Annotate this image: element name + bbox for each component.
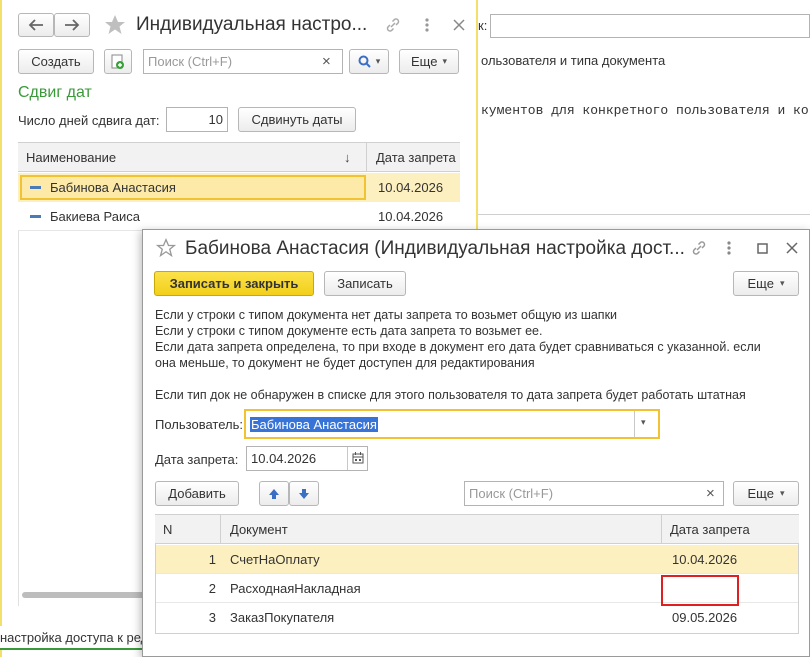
column-header-date[interactable]: Дата запрета [670,515,750,543]
forward-button[interactable] [54,13,90,37]
more-button[interactable]: Еще ▾ [733,271,799,296]
column-header-n[interactable]: N [163,515,172,543]
row-number: 2 [208,581,216,596]
chevron-down-icon[interactable]: ▾ [641,417,646,428]
column-divider [366,143,367,171]
close-icon[interactable] [448,14,470,36]
chevron-down-icon: ▾ [779,488,785,498]
table-row[interactable]: 3 ЗаказПокупателя 09.05.2026 [156,603,798,632]
clear-search-icon[interactable]: × [706,485,720,502]
window-title: Индивидуальная настро... [136,14,368,35]
link-icon[interactable] [382,14,404,36]
item-marker-icon [30,186,41,189]
table-header: Наименование ↓ Дата запрета [18,142,460,172]
clear-search-icon[interactable]: × [322,53,336,70]
user-value: Бабинова Анастасия [250,416,378,432]
bg-input[interactable] [490,14,810,38]
calendar-icon[interactable] [349,448,367,468]
more-button[interactable]: Еще ▾ [399,49,459,74]
form-window: Бабинова Анастасия (Индивидуальная настр… [142,229,810,657]
column-divider [661,515,662,543]
row-document: СчетНаОплату [230,552,320,567]
bg-field-label: к: [478,18,488,33]
favorite-star-icon[interactable] [102,12,128,38]
arrow-down-icon [299,488,309,499]
more-vertical-icon[interactable] [721,238,737,258]
bg-text-line-2: кументов для конкретного пользователя и … [481,103,809,118]
row-document: РасходнаяНакладная [230,581,361,596]
copy-document-icon [111,54,124,69]
row-date: 10.04.2026 [672,552,738,567]
field-divider [634,411,635,437]
horizontal-scrollbar[interactable] [22,592,146,598]
field-divider [347,447,348,470]
row-name: Бабинова Анастасия [50,180,176,195]
chevron-down-icon: ▾ [442,56,447,66]
move-up-button[interactable] [259,481,289,506]
more-vertical-icon[interactable] [416,14,438,36]
row-date: 10.04.2026 [378,180,444,195]
user-field[interactable]: Бабинова Анастасия [244,409,660,439]
more-button[interactable]: Еще ▾ [733,481,799,506]
back-button[interactable] [18,13,54,37]
favorite-star-icon[interactable] [155,236,177,260]
column-divider [220,515,221,543]
chevron-down-icon: ▾ [779,278,785,288]
table-row[interactable]: Бакиева Раиса 10.04.2026 [18,202,460,231]
row-number: 3 [208,610,216,625]
column-header-document[interactable]: Документ [230,515,288,543]
row-number: 1 [208,552,216,567]
note-line: Если тип док не обнаружен в списке для э… [155,388,746,402]
arrow-right-icon [65,19,80,31]
search-button[interactable]: ▾ [349,49,389,74]
row-date: 10.04.2026 [378,209,444,224]
maximize-icon[interactable] [753,238,771,258]
row-document: ЗаказПокупателя [230,610,335,625]
table-row[interactable]: Бабинова Анастасия 10.04.2026 [18,173,460,202]
bg-divider [478,214,810,215]
note-line: она меньше, то документ не будет доступе… [155,356,535,370]
sort-icon: ↓ [344,149,351,165]
save-and-close-button[interactable]: Записать и закрыть [154,271,314,296]
row-name: Бакиева Раиса [50,209,141,224]
row-date: 09.05.2026 [672,610,738,625]
save-button[interactable]: Записать [324,271,406,296]
note-line: Если у строки с типом документа нет даты… [155,308,618,322]
copy-button[interactable] [104,49,132,74]
column-header-date[interactable]: Дата запрета [376,143,456,171]
arrow-up-icon [269,488,279,499]
form-title: Бабинова Анастасия (Индивидуальная настр… [185,238,685,259]
table-row[interactable]: 1 СчетНаОплату 10.04.2026 [156,545,798,574]
date-label: Дата запрета: [155,452,239,467]
shift-days-label: Число дней сдвига дат: [18,113,160,128]
create-button[interactable]: Создать [18,49,94,74]
user-label: Пользователь: [155,417,243,432]
note-line: Если у строки с типом документе есть дат… [155,324,543,338]
link-icon[interactable] [689,238,709,258]
empty-date-highlight [661,575,739,606]
move-down-button[interactable] [289,481,319,506]
close-icon[interactable] [783,238,801,258]
search-input[interactable]: Поиск (Ctrl+F) [143,49,343,74]
search-icon [358,55,371,68]
table-header: N Документ Дата запрета [155,514,799,544]
add-button[interactable]: Добавить [155,481,239,506]
bg-text-line: ользователя и типа документа [481,53,666,68]
search-input[interactable]: Поиск (Ctrl+F) [464,481,724,506]
note-line: Если дата запрета определена, то при вхо… [155,340,761,354]
column-header-name[interactable]: Наименование [26,143,116,171]
chevron-down-icon: ▾ [375,56,381,66]
section-title: Сдвиг дат [18,84,92,101]
item-marker-icon [30,215,41,218]
open-tab[interactable]: настройка доступа к ред [0,626,142,650]
arrow-left-icon [28,19,43,31]
shift-dates-button[interactable]: Сдвинуть даты [238,107,356,132]
shift-days-input[interactable]: 10 [166,107,228,132]
